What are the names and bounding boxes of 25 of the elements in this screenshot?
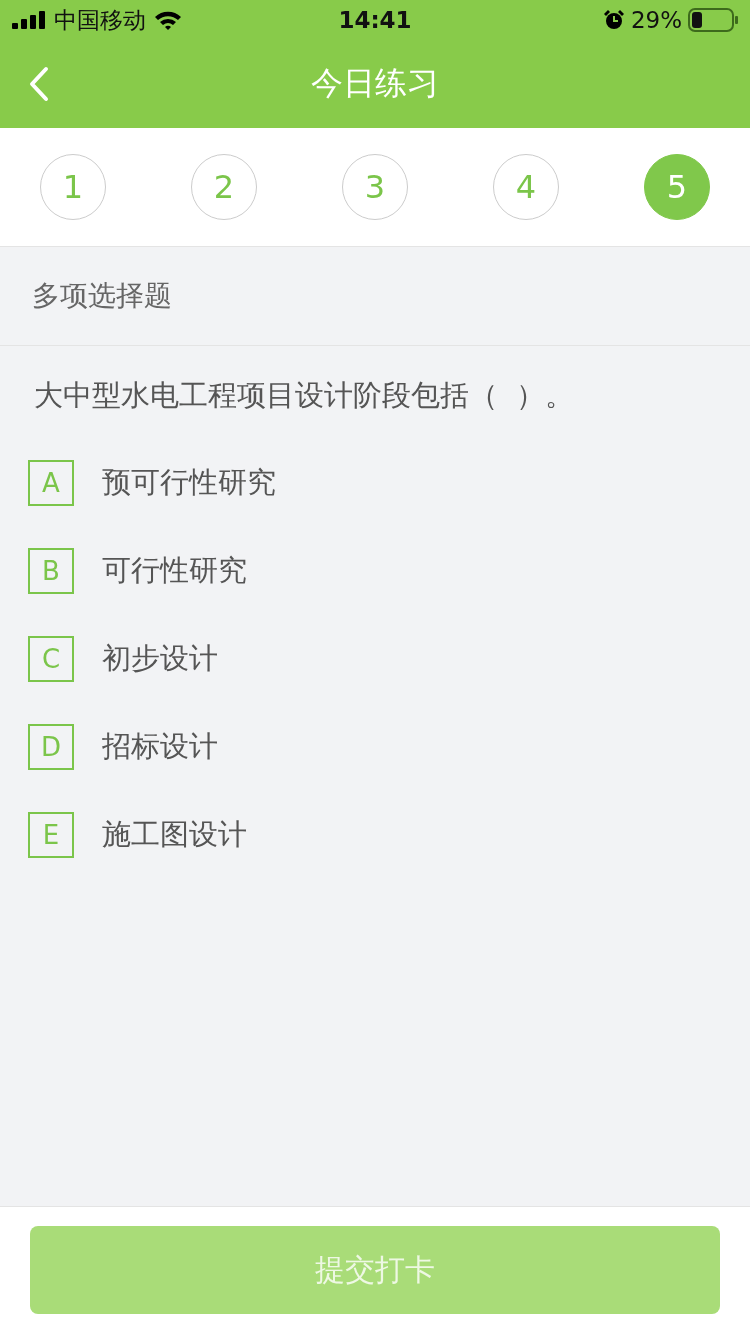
option-text[interactable]: 施工图设计	[102, 815, 247, 855]
page-title: 今日练习	[311, 63, 439, 104]
wifi-icon	[154, 10, 182, 30]
question-number-tab[interactable]: 3	[342, 154, 408, 220]
question-number-tab[interactable]: 1	[40, 154, 106, 220]
battery-percent: 29%	[630, 7, 682, 33]
option-checkbox[interactable]: E	[28, 812, 74, 858]
alarm-clock-icon	[602, 9, 625, 31]
option-text[interactable]: 初步设计	[102, 639, 218, 679]
option-checkbox[interactable]: A	[28, 460, 74, 506]
clock-time: 14:41	[338, 7, 412, 33]
option-text[interactable]: 招标设计	[102, 727, 218, 767]
question-number-tab[interactable]: 4	[493, 154, 559, 220]
carrier-name: 中国移动	[54, 5, 146, 35]
question-text: 大中型水电工程项目设计阶段包括（ ）。	[33, 377, 576, 414]
question-type-label: 多项选择题	[0, 247, 750, 346]
option-checkbox[interactable]: C	[28, 636, 74, 682]
option-text[interactable]: 可行性研究	[102, 551, 247, 591]
option-text[interactable]: 预可行性研究	[102, 463, 276, 503]
option-checkbox[interactable]: B	[28, 548, 74, 594]
question-number-tab[interactable]: 5	[644, 154, 710, 220]
battery-icon	[688, 8, 738, 32]
signal-icon	[12, 11, 46, 29]
option-checkbox[interactable]: D	[28, 724, 74, 770]
question-number-tab[interactable]: 2	[191, 154, 257, 220]
